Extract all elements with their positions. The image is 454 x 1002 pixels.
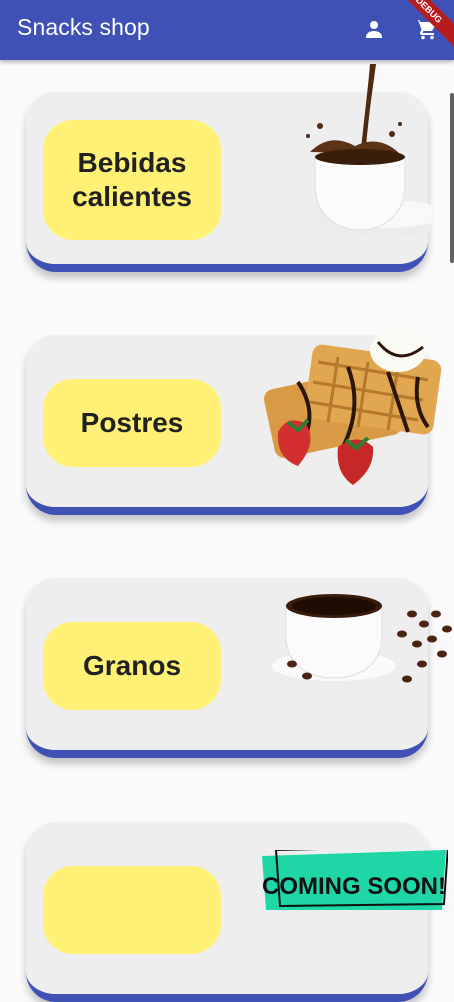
coming-soon-text: COMING SOON! — [262, 873, 446, 900]
coffee-pour-icon — [306, 64, 432, 237]
app-bar: Snacks shop DEBUG — [0, 0, 454, 60]
category-card-4[interactable] — [26, 822, 428, 1002]
category-label — [43, 866, 221, 954]
category-label: Granos — [43, 622, 221, 710]
coming-soon-sign: COMING SOON! — [262, 850, 448, 910]
waffle-dessert-icon — [264, 328, 442, 485]
account-button[interactable] — [361, 16, 387, 42]
app-title: Snacks shop — [17, 14, 150, 40]
category-label: Postres — [43, 379, 221, 467]
category-label: Bebidas calientes — [43, 120, 221, 240]
coffee-beans-cup-icon — [264, 594, 452, 690]
scrollbar[interactable] — [450, 93, 454, 263]
person-icon — [366, 21, 382, 38]
